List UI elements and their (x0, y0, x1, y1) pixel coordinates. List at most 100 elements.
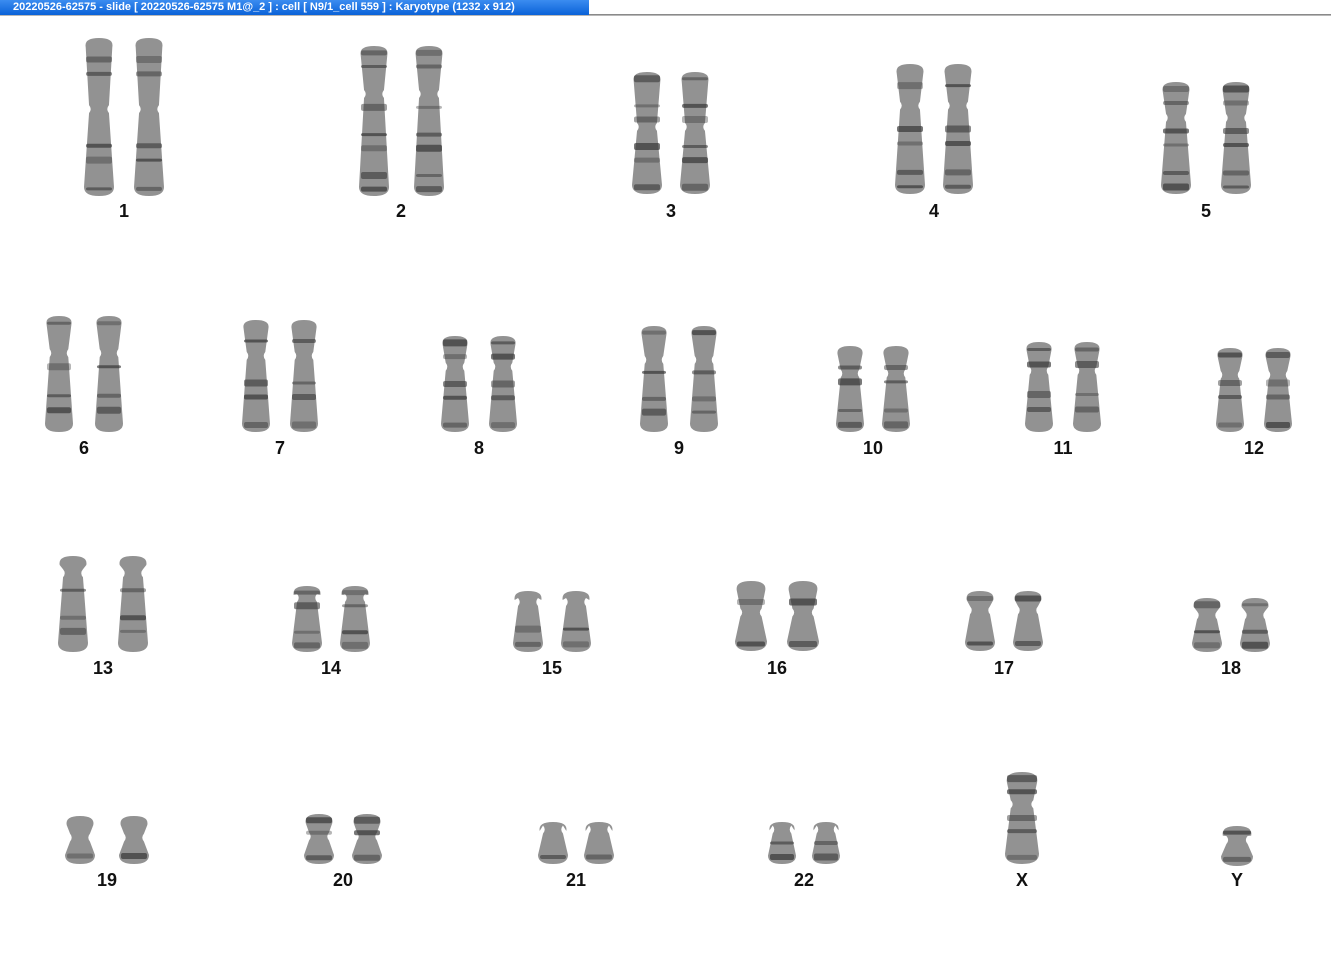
chromosome-pair-18[interactable] (1192, 598, 1270, 652)
chromosome-pair-15[interactable] (513, 591, 591, 652)
chromosome-14-b[interactable] (340, 586, 370, 652)
chromosome-pair-17[interactable] (965, 591, 1043, 651)
chromosome-label-14: 14 (320, 658, 342, 678)
chromosome-pair-x[interactable] (1005, 772, 1039, 864)
chromosome-pair-19[interactable] (65, 816, 149, 864)
chromosome-pair-7[interactable] (242, 320, 318, 432)
chromosome-label-16: 16 (766, 658, 788, 678)
chromosome-pair-9[interactable] (640, 326, 718, 432)
chromosome-pair-6[interactable] (45, 316, 123, 432)
chromosome-16-b[interactable] (787, 581, 819, 651)
chromosome-11-b[interactable] (1073, 342, 1101, 432)
chromosome-3-b[interactable] (680, 72, 710, 194)
chromosome-band (306, 817, 332, 824)
chromosome-4-a[interactable] (895, 64, 925, 194)
chromosome-pair-14[interactable] (292, 586, 370, 652)
chromosome-band (1223, 100, 1249, 106)
chromosome-pair-5[interactable] (1161, 82, 1251, 194)
chromosome-11-a[interactable] (1025, 342, 1053, 432)
chromosome-8-b[interactable] (489, 336, 517, 432)
chromosome-13-a[interactable] (58, 556, 88, 652)
chromosome-band (136, 158, 162, 162)
chromosome-band (1223, 85, 1249, 93)
chromosome-1-b[interactable] (134, 38, 164, 196)
chromosome-2-b[interactable] (413, 46, 444, 196)
chromosome-pair-3[interactable] (632, 72, 710, 194)
chromosome-band (634, 104, 660, 108)
chromosome-22-a[interactable] (768, 822, 796, 864)
chromosome-20-b[interactable] (352, 814, 382, 864)
chromosome-3-a[interactable] (632, 72, 662, 194)
chromosome-band (1242, 629, 1268, 634)
chromosome-body (787, 581, 819, 651)
chromosome-2-a[interactable] (358, 46, 389, 196)
chromosome-14-a[interactable] (292, 586, 322, 652)
chromosome-9-b[interactable] (690, 326, 718, 432)
chromosome-pair-y[interactable] (1221, 826, 1253, 866)
chromosome-17-a[interactable] (965, 591, 995, 651)
chromosome-x[interactable] (1005, 772, 1039, 864)
chromosome-21-a[interactable] (538, 822, 568, 864)
chromosome-band (120, 588, 146, 593)
chromosome-y[interactable] (1221, 826, 1253, 866)
chromosome-pair-21[interactable] (538, 822, 614, 864)
chromosome-pair-1[interactable] (84, 38, 164, 196)
chromosome-15-b[interactable] (561, 591, 591, 652)
chromosome-pair-graphic (640, 326, 718, 432)
chromosome-6-b[interactable] (95, 316, 123, 432)
chromosome-band (642, 330, 666, 335)
chromosome-pair-graphic (735, 581, 819, 651)
chromosome-pair-13[interactable] (58, 556, 148, 652)
chromosome-body (1073, 342, 1101, 432)
chromosome-band (294, 602, 320, 610)
chromosome-7-b[interactable] (290, 320, 318, 432)
chromosome-4-b[interactable] (943, 64, 973, 194)
chromosome-8-a[interactable] (441, 336, 469, 432)
chromosome-7-a[interactable] (242, 320, 270, 432)
chromosome-body (118, 556, 148, 652)
chromosome-band (97, 365, 121, 369)
chromosome-band (415, 49, 442, 56)
chromosome-band (354, 816, 380, 824)
chromosome-label-22: 22 (793, 870, 815, 890)
chromosome-pair-16[interactable] (735, 581, 819, 651)
chromosome-15-a[interactable] (513, 591, 543, 652)
chromosome-pair-8[interactable] (441, 336, 517, 432)
chromosome-6-a[interactable] (45, 316, 73, 432)
chromosome-21-b[interactable] (584, 822, 614, 864)
chromosome-pair-20[interactable] (304, 814, 382, 864)
chromosome-pair-12[interactable] (1216, 348, 1292, 432)
chromosome-18-a[interactable] (1192, 598, 1222, 652)
chromosome-1-a[interactable] (84, 38, 114, 196)
chromosome-pair-11[interactable] (1025, 342, 1101, 432)
chromosome-label-3: 3 (665, 201, 677, 221)
chromosome-12-b[interactable] (1264, 348, 1292, 432)
chromosome-band (634, 143, 660, 151)
chromosome-10-b[interactable] (882, 346, 910, 432)
chromosome-band (1007, 775, 1037, 783)
chromosome-19-b[interactable] (119, 816, 149, 864)
chromosome-17-b[interactable] (1013, 591, 1043, 651)
chromosome-pair-2[interactable] (358, 46, 444, 196)
chromosome-12-a[interactable] (1216, 348, 1244, 432)
chromosome-band (360, 64, 387, 68)
chromosome-5-a[interactable] (1161, 82, 1191, 194)
chromosome-19-a[interactable] (65, 816, 95, 864)
chromosome-16-a[interactable] (735, 581, 767, 651)
chromosome-pair-4[interactable] (895, 64, 973, 194)
chromosome-20-a[interactable] (304, 814, 334, 864)
chromosome-22-b[interactable] (812, 822, 840, 864)
chromosome-label-9: 9 (673, 438, 685, 458)
chromosome-13-b[interactable] (118, 556, 148, 652)
chromosome-band (1027, 391, 1051, 398)
chromosome-band (1007, 854, 1037, 860)
chromosome-10-a[interactable] (836, 346, 864, 432)
chromosome-pair-22[interactable] (768, 822, 840, 864)
chromosome-band (1163, 128, 1189, 134)
chromosome-5-b[interactable] (1221, 82, 1251, 194)
chromosome-pair-10[interactable] (836, 346, 910, 432)
chromosome-band (86, 156, 112, 164)
chromosome-9-a[interactable] (640, 326, 668, 432)
chromosome-18-b[interactable] (1240, 598, 1270, 652)
window-title-bar[interactable]: 20220526-62575 - slide [ 20220526-62575 … (0, 0, 589, 15)
